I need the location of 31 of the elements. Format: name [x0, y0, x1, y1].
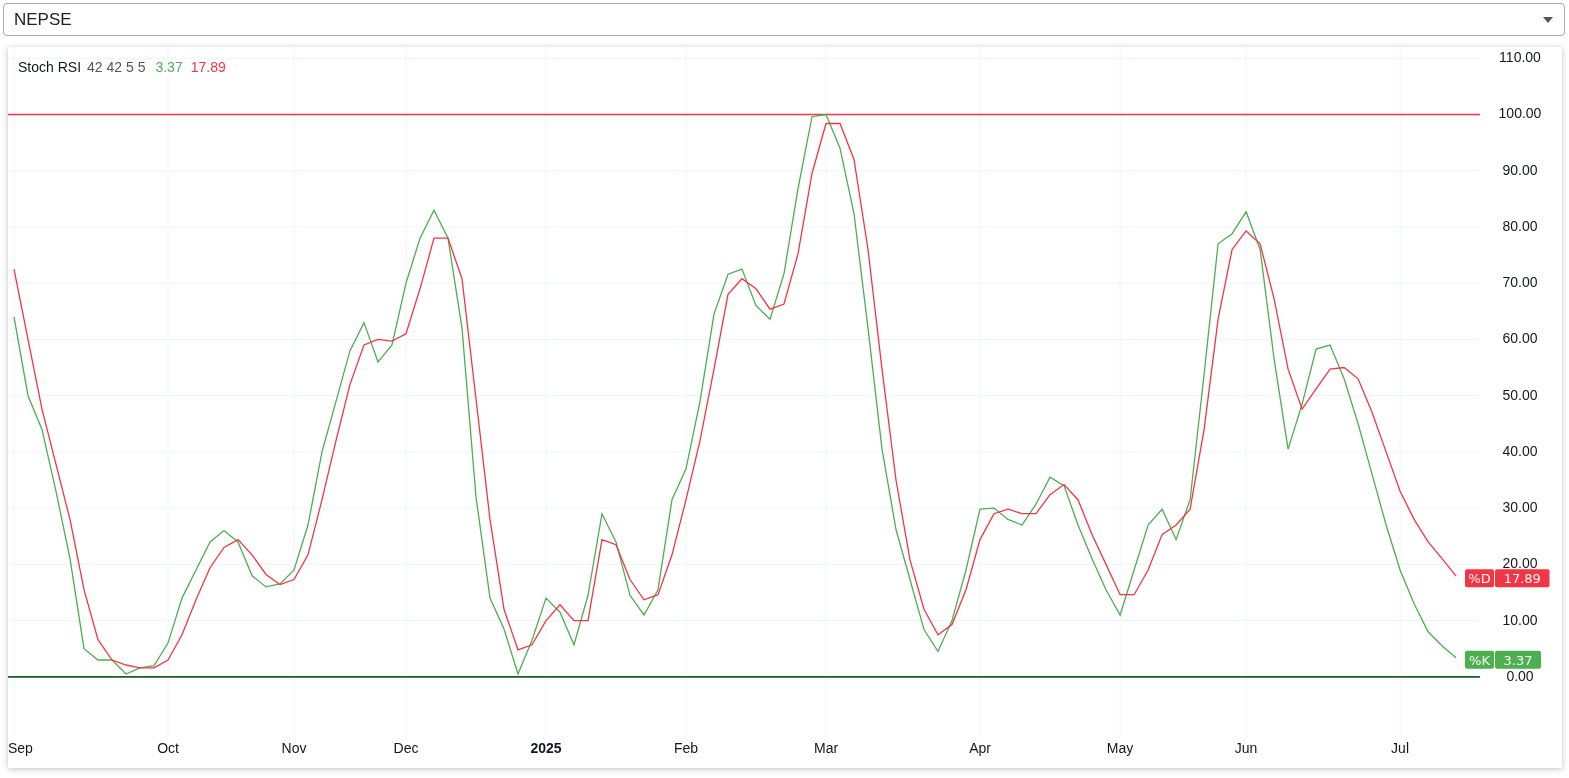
indicator-name: Stoch RSI	[18, 59, 82, 75]
x-axis-label: Dec	[393, 740, 419, 756]
symbol-dropdown[interactable]: NEPSE	[3, 3, 1565, 36]
x-axis-label: Oct	[157, 740, 179, 756]
x-axis-label: Jul	[1391, 740, 1409, 756]
y-axis-label: 50.00	[1502, 386, 1538, 403]
y-axis-label: 60.00	[1502, 330, 1538, 347]
y-axis-label: 30.00	[1502, 499, 1538, 516]
caret-icon	[1543, 16, 1553, 23]
y-axis-label: 10.00	[1502, 611, 1538, 628]
legend-label: %K	[1469, 652, 1491, 668]
indicator-value: 17.89	[190, 59, 226, 75]
y-axis-label: 110.00	[1499, 49, 1541, 66]
x-axis-label: Nov	[281, 740, 307, 756]
x-axis-label: Sep	[8, 740, 33, 756]
y-axis-label: 100.00	[1498, 105, 1542, 122]
x-axis-label: Mar	[814, 740, 839, 756]
y-axis-label: 80.00	[1502, 217, 1538, 234]
x-axis-label: Apr	[969, 740, 991, 756]
y-axis-label: 70.00	[1502, 274, 1538, 291]
legend-label: %D	[1468, 571, 1491, 587]
x-axis-label: Feb	[674, 740, 699, 756]
indicator-value: 3.37	[155, 59, 183, 75]
indicator-params: 42 42 5 5	[87, 59, 146, 75]
x-axis-label: Jun	[1234, 740, 1258, 756]
y-axis-label: 40.00	[1502, 442, 1538, 459]
y-axis-label: 0.00	[1506, 667, 1534, 684]
y-axis-label: 90.00	[1502, 161, 1538, 178]
x-axis-label: May	[1106, 740, 1134, 756]
y-axis-label: 20.00	[1502, 555, 1538, 572]
x-axis-label: 2025	[530, 740, 562, 756]
